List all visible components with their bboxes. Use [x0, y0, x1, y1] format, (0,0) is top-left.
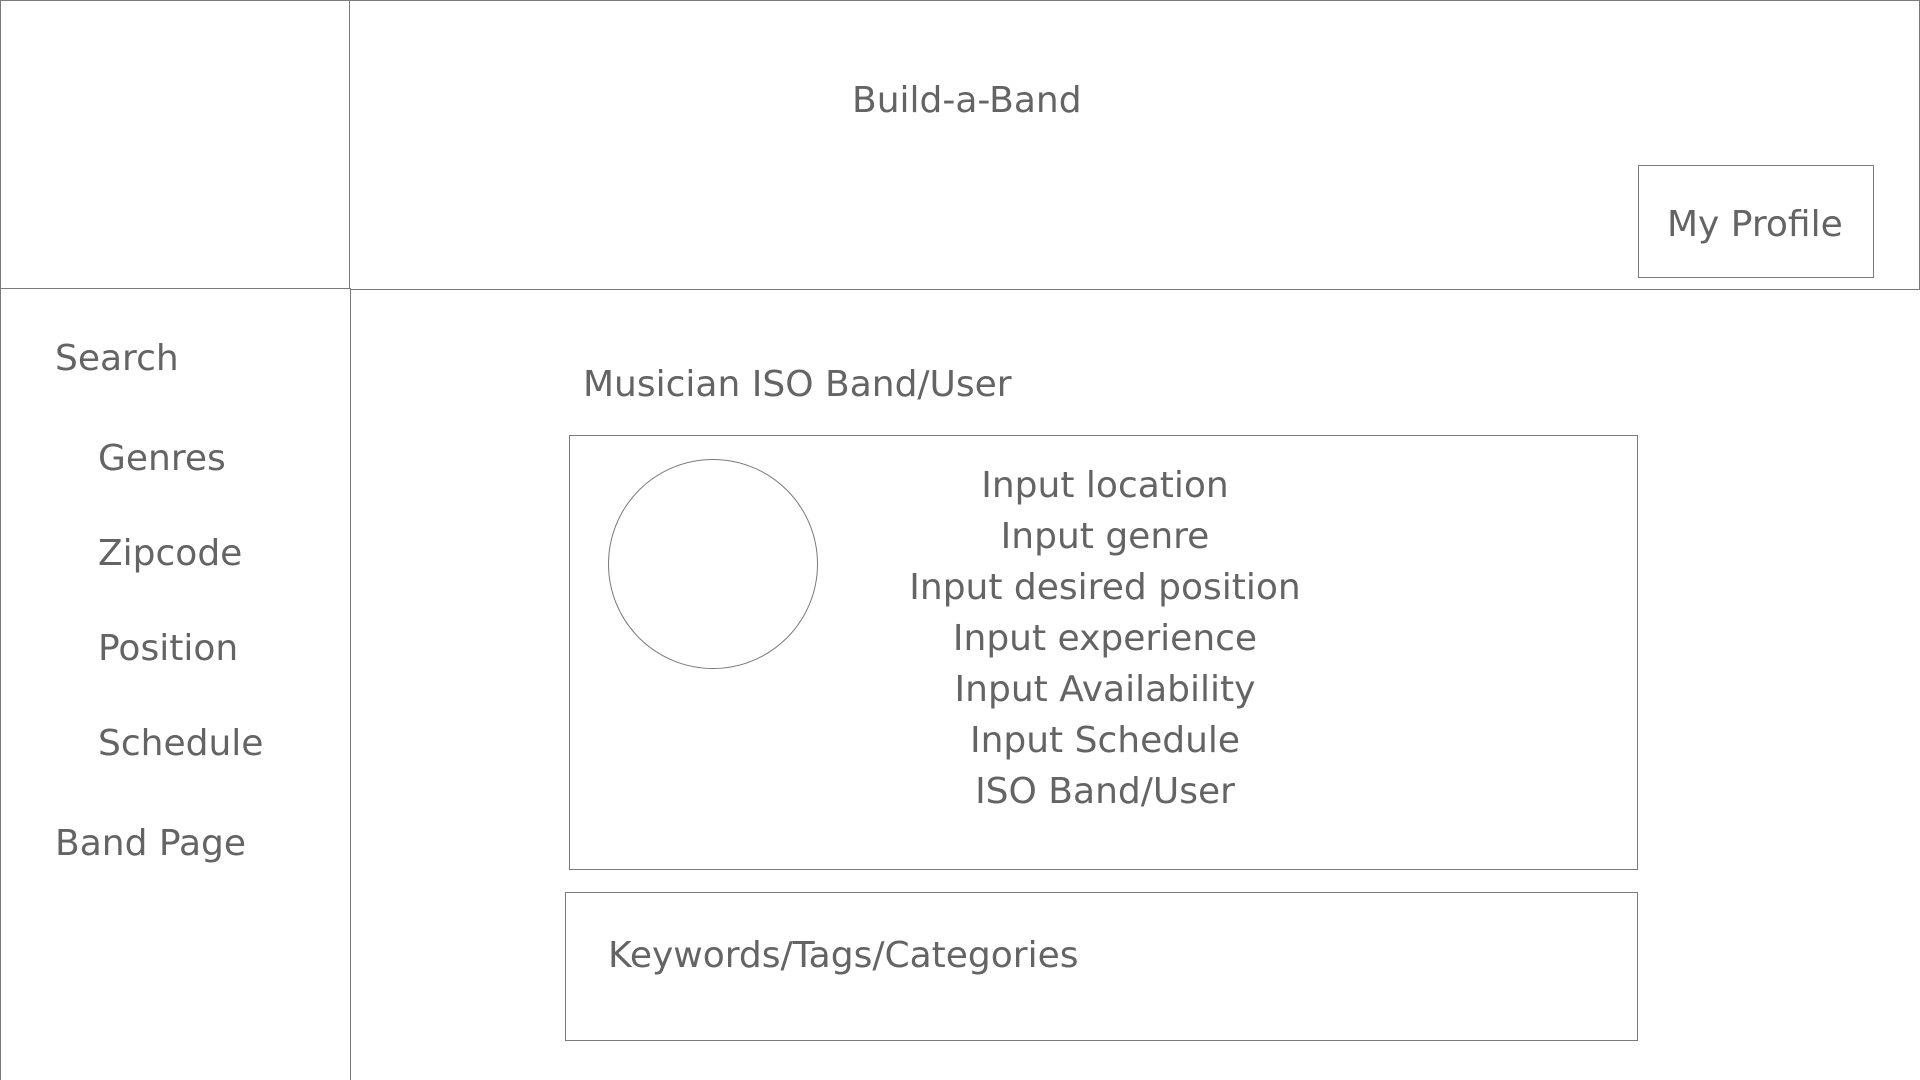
- desired-position-input[interactable]: Input desired position: [805, 562, 1405, 613]
- sidebar-item-position[interactable]: Position: [98, 628, 238, 669]
- my-profile-button[interactable]: My Profile: [1638, 165, 1874, 278]
- sidebar-item-zipcode[interactable]: Zipcode: [98, 533, 242, 574]
- header-left-cell: [0, 0, 351, 290]
- sidebar-item-search[interactable]: Search: [55, 338, 179, 379]
- sidebar-item-genres[interactable]: Genres: [98, 438, 226, 479]
- sidebar: [0, 288, 351, 1080]
- avatar[interactable]: [608, 459, 818, 669]
- sidebar-item-schedule[interactable]: Schedule: [98, 723, 263, 764]
- location-input[interactable]: Input location: [805, 460, 1405, 511]
- profile-card: Input location Input genre Input desired…: [569, 435, 1638, 870]
- availability-input[interactable]: Input Availability: [805, 664, 1405, 715]
- input-field-list: Input location Input genre Input desired…: [805, 460, 1405, 817]
- section-title: Musician ISO Band/User: [583, 364, 1012, 405]
- sidebar-item-band-page[interactable]: Band Page: [55, 823, 246, 864]
- schedule-input[interactable]: Input Schedule: [805, 715, 1405, 766]
- genre-input[interactable]: Input genre: [805, 511, 1405, 562]
- my-profile-label: My Profile: [1667, 204, 1843, 245]
- experience-input[interactable]: Input experience: [805, 613, 1405, 664]
- iso-band-user-input[interactable]: ISO Band/User: [805, 766, 1405, 817]
- app-title: Build-a-Band: [852, 80, 1082, 121]
- keywords-tags-field[interactable]: Keywords/Tags/Categories: [565, 892, 1638, 1041]
- keywords-tags-label: Keywords/Tags/Categories: [608, 935, 1079, 976]
